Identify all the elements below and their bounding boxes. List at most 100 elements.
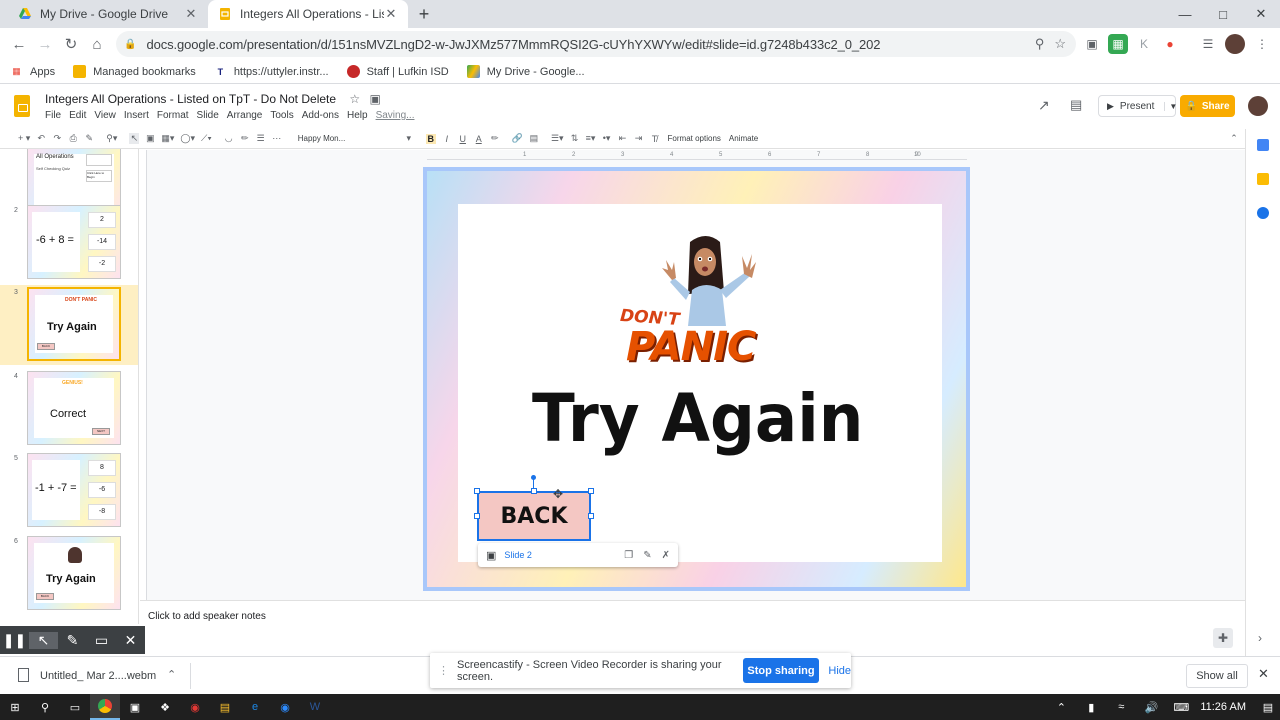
edge-icon[interactable]: e: [240, 694, 270, 720]
edit-link-icon[interactable]: ✎: [643, 550, 651, 561]
paint-format-icon[interactable]: ✎: [84, 133, 94, 144]
cursor-icon[interactable]: ↖: [29, 631, 58, 649]
italic-icon[interactable]: I: [442, 134, 452, 144]
border-color-icon[interactable]: ✏: [240, 133, 250, 144]
text-color-icon[interactable]: A: [474, 134, 484, 144]
shape-icon[interactable]: ◯▾: [180, 133, 195, 144]
align-icon[interactable]: ☰▾: [551, 133, 564, 144]
bookmark-uttyler[interactable]: Thttps://uttyler.instr...: [214, 65, 329, 78]
tasks-icon[interactable]: [1257, 207, 1269, 219]
slide-thumbnail-4[interactable]: 4 GENIUS! Correct NEXT: [0, 369, 138, 449]
drag-handle-icon[interactable]: ⋮: [438, 664, 449, 677]
slide-thumbnail-3[interactable]: 3 DON'T PANIC Try Again BACK: [0, 285, 138, 365]
numbered-list-icon[interactable]: ≡▾: [586, 133, 596, 144]
remove-link-icon[interactable]: ✗: [662, 550, 670, 561]
underline-icon[interactable]: U: [458, 134, 468, 144]
slide-title[interactable]: Try Again: [532, 380, 863, 457]
battery-icon[interactable]: ▮: [1076, 694, 1106, 720]
keep-icon[interactable]: [1257, 173, 1269, 185]
undo-icon[interactable]: ↶: [36, 133, 46, 144]
bookmark-apps[interactable]: ▦ Apps: [10, 65, 55, 78]
resize-handle[interactable]: [588, 488, 594, 494]
screencastify-icon[interactable]: ●: [1160, 34, 1180, 54]
home-icon[interactable]: ⌂: [84, 28, 110, 60]
menu-edit[interactable]: Edit: [69, 110, 86, 121]
new-tab-button[interactable]: +: [414, 4, 434, 24]
activity-trend-icon[interactable]: ↗: [1038, 97, 1050, 114]
account-avatar[interactable]: [1248, 96, 1268, 116]
chevron-down-icon[interactable]: ▼: [1164, 101, 1177, 111]
bookmark-lufkin[interactable]: Staff | Lufkin ISD: [346, 65, 449, 78]
bookmark-managed[interactable]: Managed bookmarks: [73, 65, 196, 78]
menu-view[interactable]: View: [94, 110, 116, 121]
zoom-app-icon[interactable]: ◉: [270, 694, 300, 720]
share-button[interactable]: 🔒 Share: [1180, 95, 1235, 117]
move-folder-icon[interactable]: ▣: [370, 92, 381, 106]
eraser-icon[interactable]: ▭: [87, 632, 116, 649]
url-bar[interactable]: 🔒 docs.google.com/presentation/d/151nsMV…: [116, 31, 1076, 57]
menu-tools[interactable]: Tools: [270, 110, 293, 121]
app-taskbar-icon[interactable]: ◉: [180, 694, 210, 720]
word-icon[interactable]: W: [300, 694, 330, 720]
tab-my-drive[interactable]: My Drive - Google Drive ✕: [8, 0, 208, 28]
calendar-icon[interactable]: [1257, 139, 1269, 151]
close-downloads-icon[interactable]: ✕: [1258, 666, 1269, 682]
clear-formatting-icon[interactable]: T̸: [650, 134, 660, 144]
line-spacing-icon[interactable]: ⇅: [570, 133, 580, 144]
chrome-taskbar-icon[interactable]: [90, 694, 120, 720]
speaker-notes-placeholder[interactable]: Click to add speaker notes: [148, 611, 266, 622]
link-target[interactable]: Slide 2: [504, 550, 624, 560]
volume-icon[interactable]: 🔊: [1136, 694, 1166, 720]
slide-thumbnail-6[interactable]: 6 Try Again BACK: [0, 534, 138, 614]
download-item[interactable]: Untitled_ Mar 2....webm: [40, 670, 156, 682]
menu-insert[interactable]: Insert: [124, 110, 149, 121]
present-button[interactable]: ▶ Present ▼: [1098, 95, 1177, 117]
extension-k-icon[interactable]: K: [1134, 34, 1154, 54]
search-icon[interactable]: ⚲: [30, 694, 60, 720]
comments-icon[interactable]: ▤: [1070, 97, 1082, 113]
line-icon[interactable]: ⟋▾: [201, 133, 212, 144]
border-weight-icon[interactable]: ☰: [256, 133, 266, 144]
wifi-icon[interactable]: ≈: [1106, 694, 1136, 720]
menu-slide[interactable]: Slide: [197, 110, 219, 121]
slide-thumbnail-5[interactable]: 5 -1 + -7 = 8 -6 -8: [0, 451, 138, 531]
reload-icon[interactable]: ↻: [58, 28, 84, 60]
app-taskbar-icon[interactable]: ❖: [150, 694, 180, 720]
keyboard-icon[interactable]: ⌨: [1166, 694, 1196, 720]
decrease-indent-icon[interactable]: ⇤: [618, 133, 628, 144]
pause-icon[interactable]: ❚❚: [0, 632, 29, 649]
print-icon[interactable]: ⎙: [68, 133, 78, 144]
font-select[interactable]: Happy Mon...: [298, 134, 398, 143]
close-window-icon[interactable]: ✕: [1242, 0, 1280, 28]
task-view-icon[interactable]: ▭: [60, 694, 90, 720]
profile-avatar[interactable]: [1225, 34, 1245, 54]
resize-handle[interactable]: [588, 513, 594, 519]
menu-arrange[interactable]: Arrange: [227, 110, 263, 121]
menu-format[interactable]: Format: [157, 110, 189, 121]
menu-file[interactable]: File: [45, 110, 61, 121]
file-explorer-icon[interactable]: ▤: [210, 694, 240, 720]
bulleted-list-icon[interactable]: •▾: [602, 133, 612, 144]
animate-button[interactable]: Animate: [729, 134, 758, 143]
chrome-menu-icon[interactable]: ⋮: [1252, 34, 1272, 54]
text-box-icon[interactable]: ▣: [145, 133, 155, 144]
bold-icon[interactable]: B: [425, 133, 436, 144]
app-taskbar-icon[interactable]: ▣: [120, 694, 150, 720]
zoom-icon[interactable]: ⚲▾: [106, 133, 117, 144]
chevron-right-icon[interactable]: ›: [1258, 631, 1262, 645]
resize-handle[interactable]: [531, 488, 537, 494]
format-options-button[interactable]: Format options: [668, 134, 721, 143]
collapse-toolbar-icon[interactable]: ⌃: [1229, 133, 1239, 144]
forward-arrow-icon[interactable]: →: [32, 28, 58, 60]
windows-start-icon[interactable]: ⊞: [0, 694, 30, 720]
menu-addons[interactable]: Add-ons: [302, 110, 339, 121]
chevron-down-icon[interactable]: ▾: [404, 133, 414, 144]
star-icon[interactable]: ☆: [349, 92, 360, 106]
document-title[interactable]: Integers All Operations - Listed on TpT …: [45, 92, 381, 106]
insert-comment-icon[interactable]: ▤: [529, 133, 539, 144]
explore-icon[interactable]: ✚: [1213, 628, 1233, 648]
link-icon[interactable]: 🔗: [512, 133, 523, 144]
image-icon[interactable]: ▦▾: [161, 133, 174, 144]
resize-handle[interactable]: [474, 513, 480, 519]
menu-help[interactable]: Help: [347, 110, 368, 121]
